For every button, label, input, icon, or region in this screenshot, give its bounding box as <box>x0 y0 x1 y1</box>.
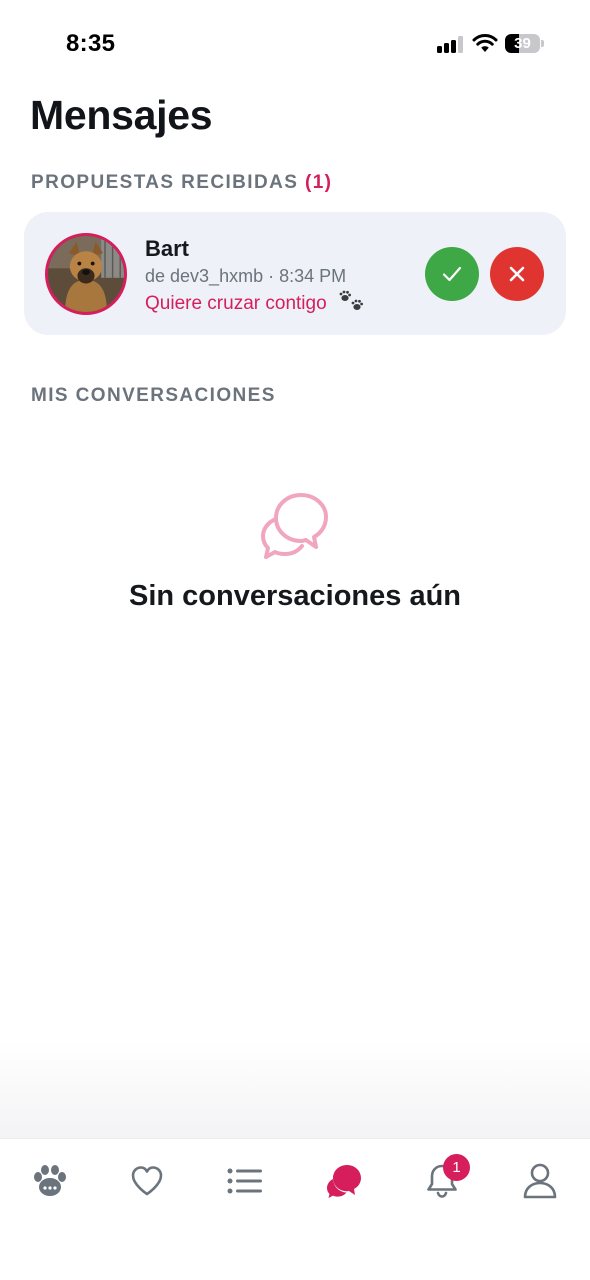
chat-icon <box>327 1165 361 1198</box>
accept-proposal-button[interactable] <box>425 247 479 301</box>
tab-profile[interactable] <box>518 1159 562 1203</box>
check-icon <box>442 266 462 282</box>
battery-level: 39 <box>514 35 531 52</box>
messages-screen: 8:35 39 Mensajes PROPUESTAS RECIBIDAS (1… <box>0 0 590 1280</box>
notification-badge: 1 <box>443 1154 470 1181</box>
dog-photo-icon <box>48 236 124 312</box>
proposal-meta: de dev3_hxmb · 8:34 PM <box>145 266 347 286</box>
pet-name: Bart <box>145 236 190 261</box>
proposals-label: PROPUESTAS RECIBIDAS <box>31 172 299 193</box>
page-title: Mensajes <box>30 92 213 138</box>
proposal-message: Quiere cruzar contigo <box>145 290 366 315</box>
user-icon <box>523 1163 557 1199</box>
paw-icon <box>34 1165 66 1196</box>
tab-list[interactable] <box>223 1159 267 1203</box>
heart-icon <box>131 1166 163 1196</box>
status-bar: 8:35 39 <box>0 0 590 88</box>
empty-conversations-title: Sin conversaciones aún <box>128 580 461 612</box>
paws-icon <box>339 290 363 310</box>
pet-avatar[interactable] <box>45 233 127 315</box>
proposals-section-label: PROPUESTAS RECIBIDAS (1) <box>31 172 332 194</box>
tab-bar <box>0 1138 590 1280</box>
battery-icon: 39 <box>505 34 540 53</box>
battery-cap <box>541 40 544 47</box>
status-time: 8:35 <box>66 30 116 57</box>
list-icon <box>227 1168 262 1194</box>
cellular-signal-icon <box>437 36 464 53</box>
conversations-section-label: MIS CONVERSACIONES <box>31 385 276 406</box>
proposals-count: (1) <box>304 172 333 193</box>
proposal-card[interactable]: Bart de dev3_hxmb · 8:34 PM Quiere cruza… <box>24 212 566 335</box>
chat-bubbles-icon <box>261 493 328 559</box>
bottom-fade <box>0 1040 590 1140</box>
reject-proposal-button[interactable] <box>490 247 544 301</box>
tab-messages[interactable] <box>322 1159 366 1203</box>
wifi-icon <box>472 34 498 52</box>
tab-favorites[interactable] <box>125 1159 169 1203</box>
close-icon <box>509 266 525 282</box>
tab-pets[interactable] <box>28 1159 72 1203</box>
proposal-message-text: Quiere cruzar contigo <box>145 293 327 314</box>
